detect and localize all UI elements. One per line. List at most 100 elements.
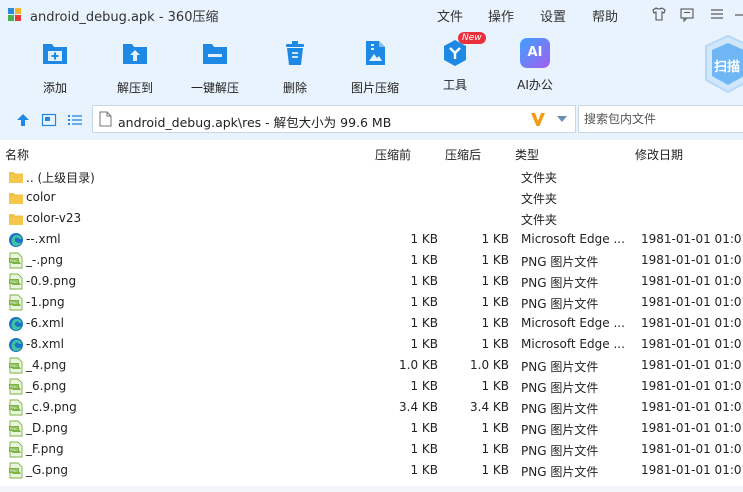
- file-date: 1981-01-01 01:01: [641, 463, 743, 477]
- delete-button[interactable]: 删除: [255, 38, 335, 96]
- file-size-before: 1 KB: [410, 232, 438, 246]
- file-date: 1981-01-01 01:01: [641, 274, 743, 288]
- file-row[interactable]: PNG _4.png 1.0 KB 1.0 KB PNG 图片文件 1981-01-01 …: [0, 355, 743, 376]
- edge-file-icon: [9, 233, 23, 247]
- menu-icon[interactable]: [709, 6, 725, 22]
- file-row[interactable]: PNG _G.png 1 KB 1 KB PNG 图片文件 1981-01-01 01:0…: [0, 460, 743, 481]
- png-file-icon: PNG: [9, 357, 23, 374]
- file-row[interactable]: PNG _F.png 1 KB 1 KB PNG 图片文件 1981-01-01 01:0…: [0, 439, 743, 460]
- file-size-before: 1 KB: [410, 421, 438, 435]
- delete-label: 删除: [282, 81, 307, 95]
- menu-help[interactable]: 帮助: [592, 6, 618, 25]
- folder-icon: [9, 193, 23, 204]
- minimize-icon[interactable]: [734, 6, 743, 22]
- one-click-extract-button[interactable]: 一键解压: [175, 38, 255, 96]
- column-before[interactable]: 压缩前: [375, 146, 411, 163]
- feedback-icon[interactable]: [679, 6, 695, 22]
- file-row[interactable]: -8.xml 1 KB 1 KB Microsoft Edge ... 1981-01-…: [0, 334, 743, 355]
- file-type: PNG 图片文件: [521, 423, 599, 437]
- tools-button[interactable]: New 工具: [415, 32, 495, 93]
- file-size-after: 1 KB: [481, 316, 509, 330]
- address-bar: android_debug.apk\res - 解包大小为 99.6 MB: [0, 100, 743, 140]
- file-date: 1981-01-01 01:01: [641, 400, 743, 414]
- vip-icon[interactable]: [529, 110, 547, 128]
- png-file-icon: PNG: [9, 273, 23, 290]
- file-type: PNG 图片文件: [521, 276, 599, 290]
- file-name: .. (上级目录): [26, 171, 95, 185]
- png-file-icon: PNG: [9, 441, 23, 458]
- file-type: PNG 图片文件: [521, 255, 599, 269]
- file-name: -0.9.png: [26, 274, 77, 288]
- title-bar: android_debug.apk - 360压缩 文件 操作 设置 帮助: [0, 0, 743, 28]
- scan-button[interactable]: 扫描: [702, 34, 743, 94]
- tools-icon-wrap: New: [440, 32, 486, 68]
- png-file-icon: PNG: [9, 420, 23, 437]
- up-arrow-icon[interactable]: [15, 112, 31, 128]
- file-date: 1981-01-01 01:01: [641, 232, 743, 246]
- file-date: 1981-01-01 01:01: [641, 253, 743, 267]
- file-row[interactable]: color 文件夹: [0, 187, 743, 208]
- extract-to-icon: [123, 44, 147, 64]
- scan-label: 扫描: [714, 60, 741, 75]
- file-size-before: 1 KB: [410, 295, 438, 309]
- column-after[interactable]: 压缩后: [445, 146, 481, 163]
- detail-view-icon[interactable]: [41, 112, 57, 128]
- column-date[interactable]: 修改日期: [635, 146, 683, 163]
- skin-icon[interactable]: [651, 6, 667, 22]
- menu-operate[interactable]: 操作: [488, 6, 514, 25]
- file-type: 文件夹: [521, 192, 558, 206]
- one-click-extract-label: 一键解压: [190, 81, 239, 95]
- image-compress-label: 图片压缩: [350, 81, 399, 95]
- svg-text:PNG: PNG: [10, 469, 18, 473]
- file-size-before: 1.0 KB: [399, 358, 438, 372]
- file-type: 文件夹: [521, 171, 558, 185]
- file-row[interactable]: color-v23 文件夹: [0, 208, 743, 229]
- toolbar: 添加 解压到 一键解压 删除 图片压缩 New 工具 AI AI办公 扫描: [0, 28, 743, 100]
- file-row[interactable]: PNG _c.9.png 3.4 KB 3.4 KB PNG 图片文件 1981-01-0…: [0, 397, 743, 418]
- file-row[interactable]: PNG -1.png 1 KB 1 KB PNG 图片文件 1981-01-01 01:0…: [0, 292, 743, 313]
- file-size-before: 1 KB: [410, 442, 438, 456]
- png-file-icon: PNG: [9, 294, 23, 311]
- png-file-icon: PNG: [9, 252, 23, 269]
- file-size-after: 1 KB: [481, 253, 509, 267]
- file-size-after: 1 KB: [481, 421, 509, 435]
- file-row[interactable]: PNG -0.9.png 1 KB 1 KB PNG 图片文件 1981-01-01 01…: [0, 271, 743, 292]
- file-row[interactable]: PNG _D.png 1 KB 1 KB PNG 图片文件 1981-01-01 01:0…: [0, 418, 743, 439]
- search-input[interactable]: [579, 106, 743, 132]
- file-size-before: 1 KB: [410, 316, 438, 330]
- file-type: PNG 图片文件: [521, 360, 599, 374]
- chevron-down-icon[interactable]: [556, 115, 568, 123]
- file-type: Microsoft Edge ...: [521, 316, 625, 330]
- column-type[interactable]: 类型: [515, 146, 539, 163]
- image-compress-icon: [366, 41, 385, 65]
- file-row[interactable]: -6.xml 1 KB 1 KB Microsoft Edge ... 1981-01-…: [0, 313, 743, 334]
- svg-text:PNG: PNG: [10, 448, 18, 452]
- list-view-icon[interactable]: [67, 112, 83, 128]
- image-compress-button[interactable]: 图片压缩: [335, 38, 415, 96]
- file-row[interactable]: --.xml 1 KB 1 KB Microsoft Edge ... 1981-01-…: [0, 229, 743, 250]
- menu-settings[interactable]: 设置: [540, 6, 566, 25]
- file-type: Microsoft Edge ...: [521, 232, 625, 246]
- folder-icon: [9, 172, 23, 183]
- ai-office-button[interactable]: AI AI办公: [495, 38, 575, 93]
- menu-file[interactable]: 文件: [437, 6, 463, 25]
- file-row[interactable]: .. (上级目录) 文件夹: [0, 166, 743, 187]
- svg-text:PNG: PNG: [10, 427, 18, 431]
- search-field[interactable]: [578, 105, 743, 133]
- ai-icon-text: AI: [527, 45, 543, 60]
- svg-text:PNG: PNG: [10, 406, 18, 410]
- add-button[interactable]: 添加: [15, 38, 95, 96]
- column-name[interactable]: 名称: [5, 146, 29, 163]
- file-date: 1981-01-01 01:01: [641, 295, 743, 309]
- extract-to-button[interactable]: 解压到: [95, 38, 175, 96]
- file-date: 1981-01-01 01:01: [641, 316, 743, 330]
- file-size-after: 1 KB: [481, 295, 509, 309]
- path-field[interactable]: android_debug.apk\res - 解包大小为 99.6 MB: [92, 105, 576, 133]
- file-type: 文件夹: [521, 213, 558, 227]
- file-type: Microsoft Edge ...: [521, 337, 625, 351]
- file-date: 1981-01-01 01:01: [641, 421, 743, 435]
- file-row[interactable]: PNG _-.png 1 KB 1 KB PNG 图片文件 1981-01-01 01:0…: [0, 250, 743, 271]
- file-name: --.xml: [26, 232, 61, 246]
- file-row[interactable]: PNG _6.png 1 KB 1 KB PNG 图片文件 1981-01-01 01:0…: [0, 376, 743, 397]
- file-name: -1.png: [26, 295, 65, 309]
